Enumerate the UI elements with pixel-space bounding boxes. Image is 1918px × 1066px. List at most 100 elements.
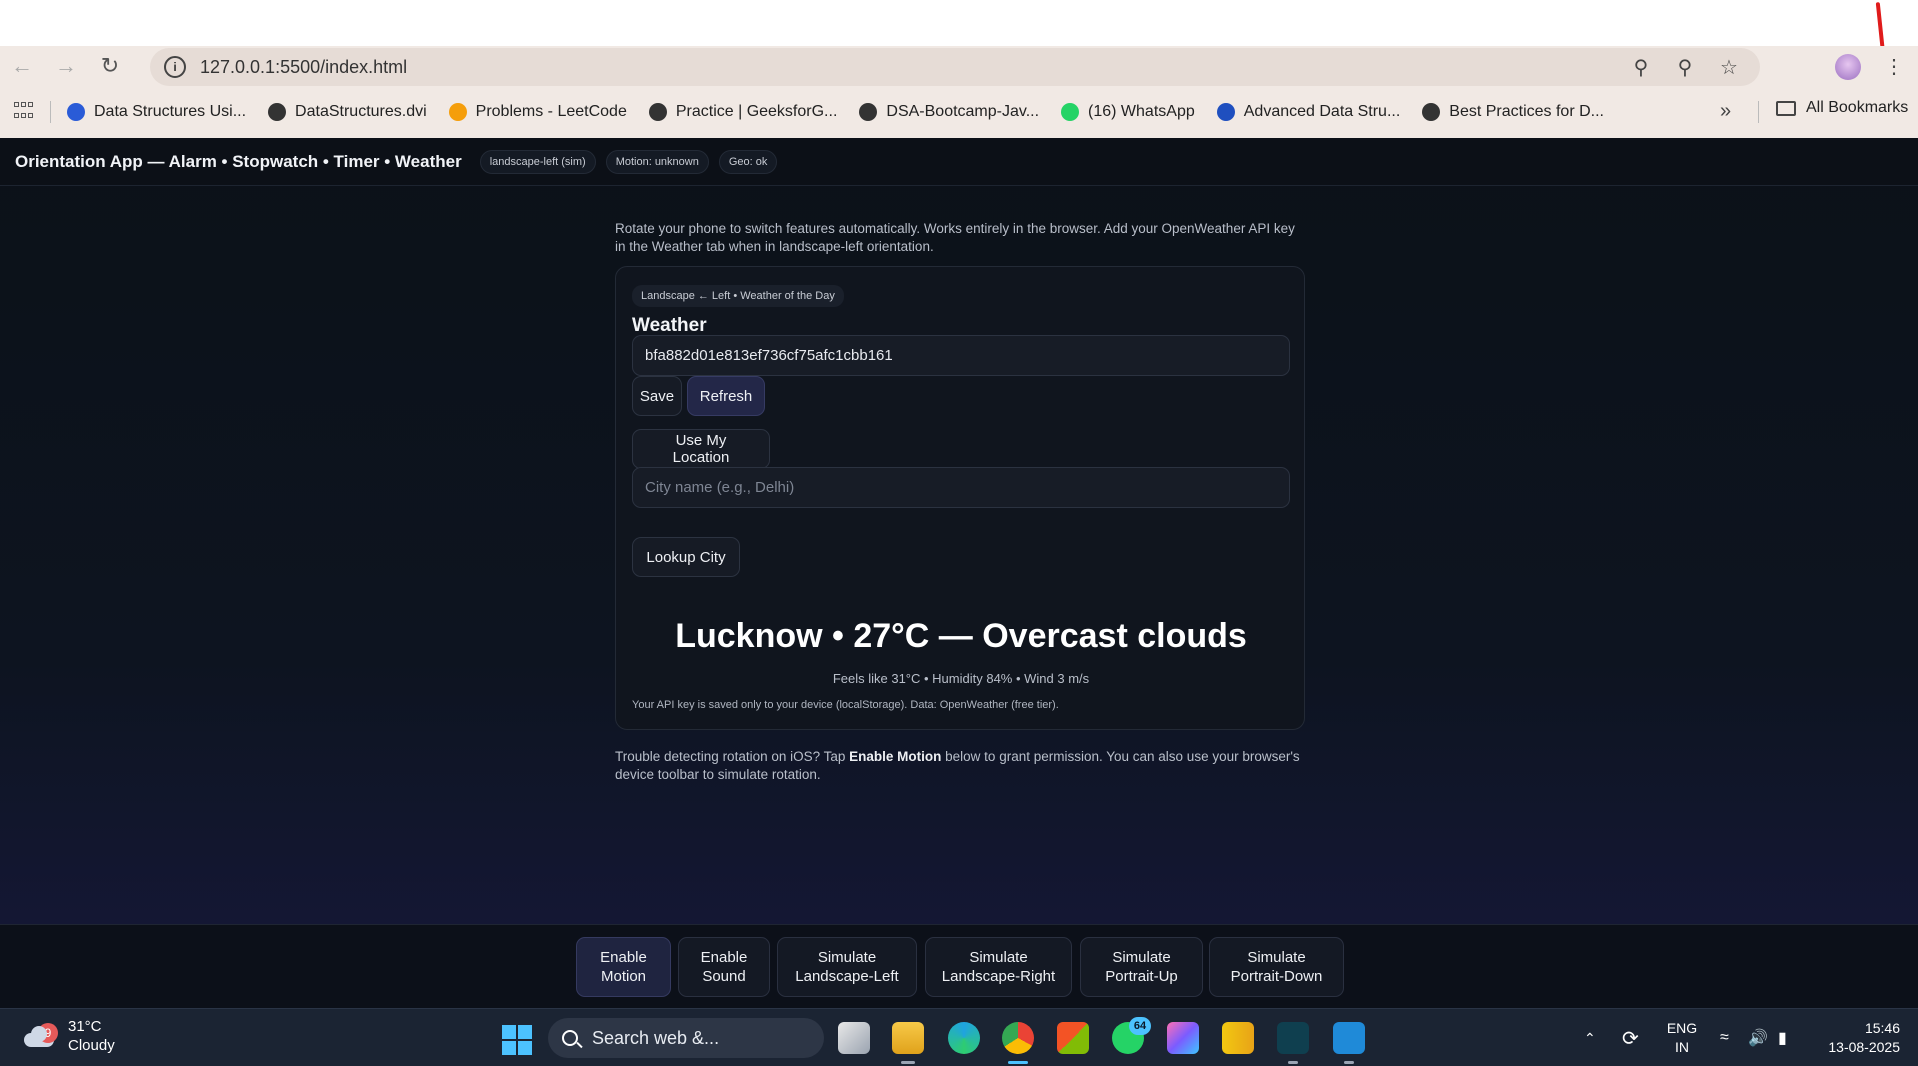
globe-icon — [268, 103, 287, 121]
chevron-up-icon[interactable]: ⌃ — [1584, 1009, 1596, 1066]
profile-avatar[interactable] — [1835, 54, 1861, 80]
star-icon[interactable]: ☆ — [1718, 55, 1740, 80]
intro-text: Rotate your phone to switch features aut… — [615, 221, 1295, 254]
weather-summary: Lucknow • 27°C — Overcast clouds — [675, 617, 1247, 655]
apps-grid-icon[interactable] — [14, 102, 34, 122]
lookup-city-button[interactable]: Lookup City — [632, 537, 740, 577]
taskbar-search-text: Search web &... — [592, 1027, 720, 1048]
app-viewport: Orientation App — Alarm • Stopwatch • Ti… — [0, 138, 1918, 1008]
sync-icon[interactable]: ⟳ — [1622, 1009, 1639, 1066]
bookmark-label: Best Practices for D... — [1449, 103, 1604, 120]
bookmark-item[interactable]: DataStructures.dvi — [268, 103, 427, 121]
api-key-input[interactable] — [632, 335, 1290, 376]
task-view-icon[interactable] — [838, 1022, 870, 1054]
all-bookmarks-label: All Bookmarks — [1806, 99, 1909, 116]
windows-taskbar: 9 31°C Cloudy Search web &... 64 ⌃ ⟳ ENG… — [0, 1008, 1918, 1066]
weather-card: Landscape ← Left • Weather of the Day We… — [615, 266, 1305, 730]
search-icon — [562, 1030, 578, 1046]
enable-motion-emphasis: Enable Motion — [849, 749, 942, 764]
url-text[interactable]: 127.0.0.1:5500/index.html — [200, 57, 407, 78]
leetcode-icon — [448, 103, 467, 121]
bookmark-item[interactable]: Problems - LeetCode — [448, 103, 627, 121]
zoom-icon[interactable]: ⚲ — [1674, 55, 1696, 80]
app-title: Orientation App — Alarm • Stopwatch • Ti… — [15, 151, 462, 171]
simulate-portrait-down-button[interactable]: Simulate Portrait-Down — [1209, 937, 1344, 997]
globe-icon — [1422, 103, 1441, 121]
vscode-icon[interactable] — [1333, 1022, 1365, 1054]
whatsapp-icon — [1061, 103, 1080, 121]
bookmark-label: DataStructures.dvi — [295, 103, 427, 120]
city-name-input[interactable] — [632, 467, 1290, 508]
menu-kebab-icon[interactable]: ⋮ — [1884, 54, 1904, 80]
windows-start-icon[interactable] — [502, 1025, 532, 1055]
file-explorer-icon[interactable] — [892, 1022, 924, 1054]
simulate-landscape-left-button[interactable]: Simulate Landscape-Left — [777, 937, 917, 997]
enable-sound-button[interactable]: Enable Sound — [678, 937, 770, 997]
bookmark-label: Practice | GeeksforG... — [675, 103, 838, 120]
bookmarks-bar: Data Structures Usi... DataStructures.dvi… — [0, 86, 1918, 138]
bookmark-item[interactable]: Data Structures Usi... — [67, 103, 246, 121]
enable-motion-button[interactable]: Enable Motion — [576, 937, 671, 997]
simulate-landscape-right-button[interactable]: Simulate Landscape-Right — [925, 937, 1072, 997]
bookmark-label: Problems - LeetCode — [475, 103, 627, 120]
more-bookmarks-icon[interactable]: » — [1720, 100, 1731, 123]
forward-arrow-icon[interactable]: → — [44, 46, 88, 86]
reload-icon[interactable]: ↻ — [88, 46, 132, 86]
window-top-strip — [0, 0, 1918, 46]
location-pin-icon[interactable]: ⚲ — [1630, 55, 1652, 80]
bookmarks-divider — [50, 101, 51, 123]
app-header: Orientation App — Alarm • Stopwatch • Ti… — [0, 138, 1918, 186]
use-my-location-button[interactable]: Use My Location — [632, 429, 770, 469]
taskbar-weather-widget[interactable]: 9 31°C Cloudy — [22, 1017, 115, 1055]
taskbar-temperature: 31°C — [68, 1018, 102, 1035]
taskbar-search[interactable]: Search web &... — [548, 1018, 824, 1058]
cloud-icon: 9 — [22, 1023, 58, 1047]
bottom-action-bar: Enable Motion Enable Sound Simulate Landsca… — [0, 924, 1918, 1008]
edge-icon[interactable] — [948, 1022, 980, 1054]
clock-time: 15:46 — [1864, 1020, 1900, 1036]
refresh-button[interactable]: Refresh — [687, 376, 765, 416]
motion-status-pill: Motion: unknown — [605, 149, 709, 174]
bookmark-item[interactable]: Practice | GeeksforG... — [648, 103, 838, 121]
terminal-app-icon[interactable] — [1277, 1022, 1309, 1054]
bookmark-label: DSA-Bootcamp-Jav... — [886, 103, 1040, 120]
browser-toolbar: ← → ↻ i 127.0.0.1:5500/index.html ⚲ ⚲ ☆ … — [0, 46, 1918, 86]
taskbar-condition: Cloudy — [68, 1037, 115, 1054]
geo-status-pill: Geo: ok — [718, 149, 778, 174]
save-button[interactable]: Save — [632, 376, 682, 416]
unacademy-icon — [1216, 103, 1235, 121]
globe-icon — [859, 103, 878, 121]
weather-details: Feels like 31°C • Humidity 84% • Wind 3 … — [832, 671, 1090, 686]
orientation-pill: landscape-left (sim) — [479, 149, 596, 174]
bookmark-label: (16) WhatsApp — [1088, 103, 1195, 120]
clock-date: 13-08-2025 — [1828, 1039, 1900, 1055]
bookmark-label: Data Structures Usi... — [94, 103, 247, 120]
copilot-icon[interactable] — [1167, 1022, 1199, 1054]
simulate-portrait-up-button[interactable]: Simulate Portrait-Up — [1080, 937, 1203, 997]
bookmark-label: Advanced Data Stru... — [1243, 103, 1401, 120]
battery-icon[interactable]: ▮ — [1778, 1009, 1787, 1066]
bookmark-item[interactable]: (16) WhatsApp — [1061, 103, 1195, 121]
address-bar[interactable]: i 127.0.0.1:5500/index.html ⚲ ⚲ ☆ — [150, 48, 1760, 86]
back-arrow-icon[interactable]: ← — [0, 46, 44, 86]
bu-icon — [67, 103, 85, 121]
bookmark-item[interactable]: DSA-Bootcamp-Jav... — [859, 103, 1039, 121]
taskbar-clock[interactable]: 15:46 13-08-2025 — [1818, 1019, 1900, 1057]
all-bookmarks-button[interactable]: All Bookmarks — [1776, 99, 1908, 117]
wifi-icon[interactable]: ≈ — [1720, 1009, 1729, 1066]
site-info-icon[interactable]: i — [164, 56, 186, 78]
store-icon[interactable] — [1057, 1022, 1089, 1054]
mode-badge: Landscape ← Left • Weather of the Day — [632, 285, 844, 307]
speaker-icon[interactable]: 🔊 — [1748, 1009, 1768, 1066]
bookmarks-divider-2 — [1758, 101, 1759, 123]
trouble-text: Trouble detecting rotation on iOS? Tap E… — [615, 749, 1300, 782]
power-bi-icon[interactable] — [1222, 1022, 1254, 1054]
language-indicator[interactable]: ENG IN — [1665, 1019, 1699, 1057]
weather-alert-badge: 9 — [38, 1023, 58, 1043]
bookmark-item[interactable]: Advanced Data Stru... — [1216, 103, 1401, 121]
chrome-icon[interactable] — [1002, 1022, 1034, 1054]
whatsapp-badge: 64 — [1129, 1017, 1151, 1035]
bookmark-item[interactable]: Best Practices for D... — [1422, 103, 1604, 121]
folder-icon — [1776, 100, 1796, 116]
globe-icon — [648, 103, 667, 121]
